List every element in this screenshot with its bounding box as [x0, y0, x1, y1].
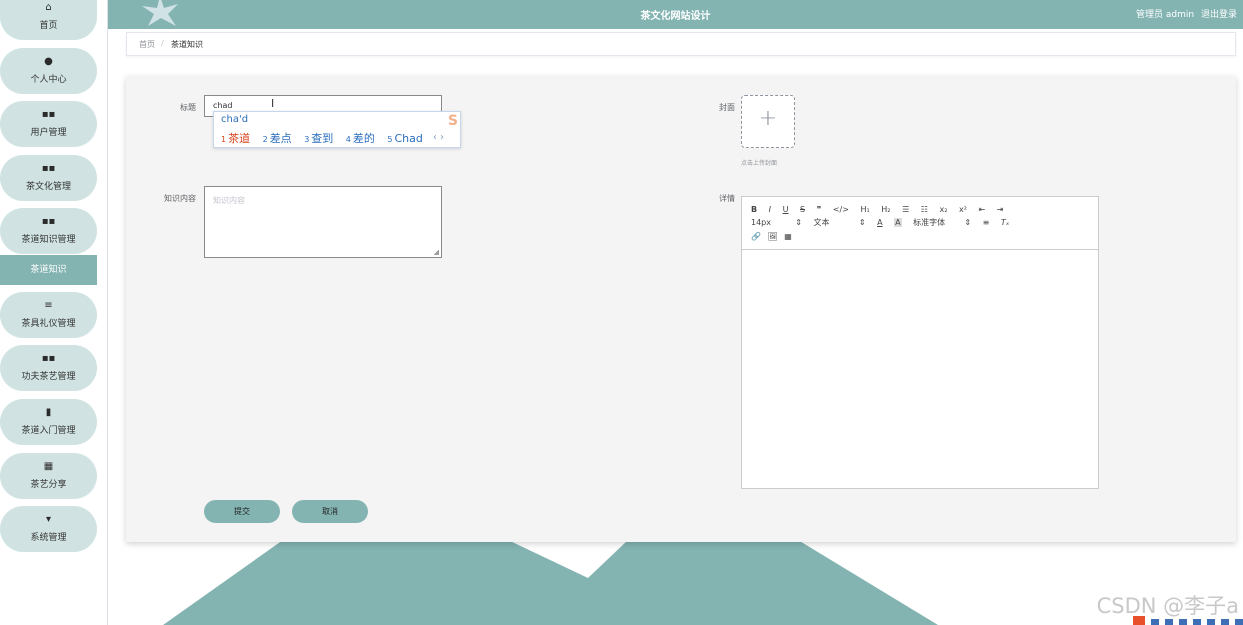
- settings-icon: ▾: [45, 514, 52, 525]
- home-icon: ⌂: [45, 2, 52, 13]
- subscript-icon[interactable]: x₂: [940, 205, 948, 214]
- ime-candidate[interactable]: 5 Chad: [387, 132, 422, 145]
- submit-button[interactable]: 提交: [204, 500, 280, 523]
- text-cursor-icon: I: [271, 97, 275, 110]
- content-placeholder: 知识内容: [213, 196, 245, 205]
- grid-icon: ▪▪: [41, 216, 56, 227]
- content-textarea[interactable]: 知识内容 ◢: [204, 186, 442, 258]
- editor-toolbar-row-style: 14px ⇕ 文本 ⇕ A A 标准字体 ⇕ ≡ Tₓ: [751, 217, 1018, 228]
- page-title: 茶文化网站设计: [640, 11, 711, 22]
- grid-icon: ▪▪: [41, 163, 56, 174]
- sidebar-item-label: 茶文化管理: [25, 182, 71, 192]
- form-card: 标题 chad I cha'd 1 茶道 2 差点 3 查到 4 差的 5 Chad ‹ …: [126, 76, 1236, 542]
- h2-icon[interactable]: H₂: [881, 205, 890, 214]
- ime-status-bar-icon: [1133, 616, 1243, 625]
- sidebar-item-label: 首页: [39, 21, 58, 31]
- sidebar-item-label: 功夫茶艺管理: [21, 372, 76, 382]
- sidebar-item-tea-intro[interactable]: ▮ 茶道入门管理: [0, 399, 97, 445]
- font-size-select[interactable]: 14px ⇕: [751, 218, 802, 227]
- sidebar-item-users[interactable]: ▪▪ 用户管理: [0, 101, 97, 147]
- font-family-select[interactable]: 标准字体 ⇕: [913, 217, 971, 228]
- apps-icon: ▦: [43, 461, 54, 472]
- sidebar-item-home[interactable]: ⌂ 首页: [0, 0, 97, 40]
- breadcrumb-home[interactable]: 首页: [139, 39, 155, 50]
- sidebar-item-system[interactable]: ▾ 系统管理: [0, 506, 97, 552]
- cover-upload[interactable]: +: [741, 95, 795, 148]
- user-icon: ●: [44, 56, 53, 67]
- editor-toolbar-row-insert: 🔗 🖼 ▦: [751, 232, 801, 241]
- header-select[interactable]: 文本 ⇕: [814, 217, 866, 228]
- bullet-list-icon[interactable]: ☷: [921, 205, 928, 214]
- rich-text-editor[interactable]: B I U S ❞ </> H₁ H₂ ☰ ☷ x₂ x² ⇤ ⇥ 14px ⇕…: [741, 196, 1099, 489]
- upload-tip: 点击上传封面: [741, 160, 778, 167]
- title-label: 标题: [180, 103, 196, 112]
- breadcrumb-current: 茶道知识: [171, 40, 203, 49]
- cover-label: 封面: [719, 103, 735, 112]
- sidebar-item-kungfu-tea[interactable]: ▪▪ 功夫茶艺管理: [0, 345, 97, 391]
- sidebar-subitem-tea-knowledge[interactable]: 茶道知识: [0, 255, 97, 285]
- blockquote-icon[interactable]: ❞: [817, 205, 822, 214]
- sidebar-item-tea-ware[interactable]: ≡ 茶具礼仪管理: [0, 292, 97, 338]
- logout-link[interactable]: 退出登录: [1201, 10, 1237, 20]
- sidebar-item-tea-culture[interactable]: ▪▪ 茶文化管理: [0, 155, 97, 201]
- admin-label: 管理员 admin: [1136, 10, 1195, 20]
- ime-candidate[interactable]: 3 查到: [304, 132, 333, 145]
- sidebar-item-label: 茶道入门管理: [21, 426, 76, 436]
- link-icon[interactable]: 🔗: [751, 232, 761, 241]
- editor-toolbar-row-format: B I U S ❞ </> H₁ H₂ ☰ ☷ x₂ x² ⇤ ⇥: [751, 205, 1012, 214]
- header-user-area: 管理员 admin 退出登录: [1132, 7, 1237, 20]
- sidebar-item-label: 用户管理: [30, 128, 67, 138]
- content-label: 知识内容: [164, 194, 196, 203]
- editor-toolbar: B I U S ❞ </> H₁ H₂ ☰ ☷ x₂ x² ⇤ ⇥ 14px ⇕…: [742, 197, 1098, 250]
- background-color-icon[interactable]: A: [894, 218, 902, 227]
- chart-icon: ▮: [45, 407, 52, 418]
- sidebar-item-label: 茶道知识管理: [21, 235, 76, 245]
- bold-icon[interactable]: B: [751, 205, 757, 214]
- ime-page-arrows[interactable]: ‹ ›: [433, 132, 444, 143]
- image-icon[interactable]: 🖼: [768, 232, 778, 241]
- sidebar-item-label: 茶艺分享: [30, 480, 67, 490]
- sidebar-item-label: 系统管理: [30, 533, 67, 543]
- grid-icon: ▪▪: [41, 109, 56, 120]
- sogou-logo-icon: S: [447, 113, 458, 129]
- detail-label: 详情: [719, 194, 735, 203]
- underline-icon[interactable]: U: [783, 205, 789, 214]
- indent-icon[interactable]: ⇥: [997, 205, 1004, 214]
- breadcrumb: 首页 / 茶道知识: [126, 32, 1236, 56]
- ime-composition: cha'd: [221, 114, 249, 125]
- grid-icon: ▪▪: [41, 353, 56, 364]
- code-icon[interactable]: </>: [833, 205, 849, 214]
- ime-candidate-popup: cha'd 1 茶道 2 差点 3 查到 4 差的 5 Chad ‹ › S: [213, 111, 461, 148]
- strike-icon[interactable]: S: [800, 205, 805, 214]
- text-color-icon[interactable]: A: [877, 218, 882, 227]
- ime-candidate-list: 1 茶道 2 差点 3 查到 4 差的 5 Chad: [221, 130, 432, 146]
- sidebar-item-tea-share[interactable]: ▦ 茶艺分享: [0, 453, 97, 499]
- sidebar: ⌂ 首页 ● 个人中心 ▪▪ 用户管理 ▪▪ 茶文化管理 ▪▪ 茶道知识管理 茶…: [0, 0, 108, 625]
- breadcrumb-separator: /: [161, 39, 164, 48]
- sidebar-item-label: 个人中心: [30, 75, 67, 85]
- background-decoration: [163, 540, 938, 625]
- video-icon[interactable]: ▦: [784, 232, 792, 241]
- sidebar-item-label: 茶具礼仪管理: [21, 319, 76, 329]
- sidebar-item-tea-knowledge[interactable]: ▪▪ 茶道知识管理: [0, 208, 97, 254]
- title-input-value: chad: [213, 101, 233, 110]
- ime-candidate[interactable]: 4 差的: [346, 132, 375, 145]
- h1-icon[interactable]: H₁: [861, 205, 870, 214]
- resize-handle-icon[interactable]: ◢: [434, 248, 439, 256]
- cancel-button[interactable]: 取消: [292, 500, 368, 523]
- plus-icon: +: [758, 106, 778, 131]
- align-icon[interactable]: ≡: [983, 218, 990, 227]
- sidebar-item-profile[interactable]: ● 个人中心: [0, 48, 97, 94]
- ordered-list-icon[interactable]: ☰: [902, 205, 909, 214]
- ime-candidate[interactable]: 1 茶道: [221, 132, 250, 145]
- top-header: 茶文化网站设计 管理员 admin 退出登录: [108, 0, 1243, 29]
- superscript-icon[interactable]: x²: [959, 205, 967, 214]
- list-icon: ≡: [44, 300, 53, 311]
- italic-icon[interactable]: I: [769, 205, 771, 214]
- ime-candidate[interactable]: 2 差点: [263, 132, 292, 145]
- clear-format-icon[interactable]: Tₓ: [1001, 218, 1009, 227]
- outdent-icon[interactable]: ⇤: [979, 205, 986, 214]
